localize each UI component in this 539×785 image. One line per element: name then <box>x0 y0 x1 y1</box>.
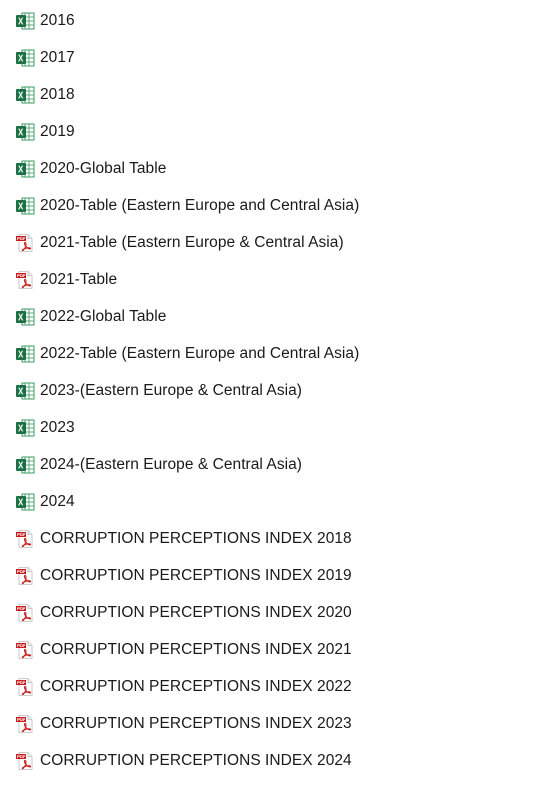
pdf-icon <box>16 529 33 548</box>
excel-icon <box>16 308 35 325</box>
file-name: 2022-Table (Eastern Europe and Central A… <box>40 344 360 362</box>
excel-icon <box>16 197 35 214</box>
file-item[interactable]: 2023 <box>0 409 539 446</box>
file-item[interactable]: CORRUPTION PERCEPTIONS INDEX 2024 <box>0 742 539 779</box>
excel-icon <box>16 86 35 103</box>
pdf-icon <box>16 640 33 659</box>
excel-icon <box>16 123 35 140</box>
file-name: CORRUPTION PERCEPTIONS INDEX 2024 <box>40 751 352 769</box>
pdf-icon <box>16 270 33 289</box>
file-item[interactable]: 2019 <box>0 113 539 150</box>
file-name: 2023-(Eastern Europe & Central Asia) <box>40 381 302 399</box>
pdf-icon <box>16 751 33 770</box>
file-item[interactable]: 2021-Table (Eastern Europe & Central Asi… <box>0 224 539 261</box>
file-name: CORRUPTION PERCEPTIONS INDEX 2018 <box>40 529 352 547</box>
file-name: 2021-Table <box>40 270 118 288</box>
file-name: 2016 <box>40 11 75 29</box>
file-name: CORRUPTION PERCEPTIONS INDEX 2023 <box>40 714 352 732</box>
pdf-icon <box>16 603 33 622</box>
excel-icon <box>16 12 35 29</box>
pdf-icon <box>16 233 33 252</box>
file-name: 2022-Global Table <box>40 307 167 325</box>
file-item[interactable]: 2024-(Eastern Europe & Central Asia) <box>0 446 539 483</box>
file-item[interactable]: CORRUPTION PERCEPTIONS INDEX 2021 <box>0 631 539 668</box>
file-item[interactable]: CORRUPTION PERCEPTIONS INDEX 2019 <box>0 557 539 594</box>
file-item[interactable]: 2020-Table (Eastern Europe and Central A… <box>0 187 539 224</box>
file-item[interactable]: CORRUPTION PERCEPTIONS INDEX 2018 <box>0 520 539 557</box>
file-name: CORRUPTION PERCEPTIONS INDEX 2019 <box>40 566 352 584</box>
file-name: 2024-(Eastern Europe & Central Asia) <box>40 455 302 473</box>
file-item[interactable]: 2016 <box>0 2 539 39</box>
file-item[interactable]: 2023-(Eastern Europe & Central Asia) <box>0 372 539 409</box>
file-name: CORRUPTION PERCEPTIONS INDEX 2020 <box>40 603 352 621</box>
excel-icon <box>16 49 35 66</box>
excel-icon <box>16 160 35 177</box>
file-name: 2018 <box>40 85 75 103</box>
file-name: 2024 <box>40 492 75 510</box>
excel-icon <box>16 419 35 436</box>
pdf-icon <box>16 714 33 733</box>
file-name: 2020-Table (Eastern Europe and Central A… <box>40 196 360 214</box>
file-name: 2020-Global Table <box>40 159 167 177</box>
file-name: CORRUPTION PERCEPTIONS INDEX 2022 <box>40 677 352 695</box>
file-name: 2019 <box>40 122 75 140</box>
file-name: 2023 <box>40 418 75 436</box>
file-list: 2016 2017 2018 2019 2020-Global Table 2020-Ta… <box>0 0 539 779</box>
file-item[interactable]: CORRUPTION PERCEPTIONS INDEX 2023 <box>0 705 539 742</box>
excel-icon <box>16 456 35 473</box>
file-item[interactable]: 2017 <box>0 39 539 76</box>
excel-icon <box>16 493 35 510</box>
file-item[interactable]: 2020-Global Table <box>0 150 539 187</box>
file-name: 2021-Table (Eastern Europe & Central Asi… <box>40 233 344 251</box>
file-item[interactable]: 2021-Table <box>0 261 539 298</box>
file-item[interactable]: 2022-Global Table <box>0 298 539 335</box>
file-name: 2017 <box>40 48 75 66</box>
file-name: CORRUPTION PERCEPTIONS INDEX 2021 <box>40 640 352 658</box>
file-item[interactable]: 2022-Table (Eastern Europe and Central A… <box>0 335 539 372</box>
file-item[interactable]: CORRUPTION PERCEPTIONS INDEX 2020 <box>0 594 539 631</box>
file-item[interactable]: CORRUPTION PERCEPTIONS INDEX 2022 <box>0 668 539 705</box>
pdf-icon <box>16 566 33 585</box>
pdf-icon <box>16 677 33 696</box>
excel-icon <box>16 382 35 399</box>
file-item[interactable]: 2018 <box>0 76 539 113</box>
excel-icon <box>16 345 35 362</box>
file-item[interactable]: 2024 <box>0 483 539 520</box>
